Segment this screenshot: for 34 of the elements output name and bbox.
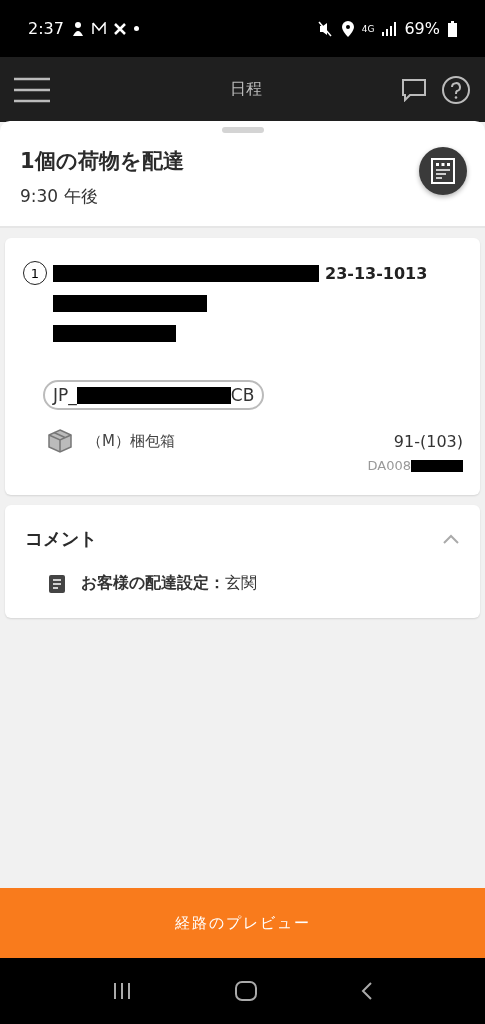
back-icon[interactable] [359,981,374,1001]
package-type: （M）梱包箱 [87,431,176,451]
help-icon[interactable] [441,74,471,105]
status-time: 2:37 [28,19,64,38]
package-count: 91-(103) [393,431,463,451]
battery-level: 69% [404,19,440,38]
menu-icon[interactable] [14,76,50,103]
delivery-title: 1個の荷物を配達 [20,148,185,175]
battery-icon [448,20,457,37]
document-icon [431,158,455,184]
mail-icon [91,22,106,35]
figure-icon [71,21,84,36]
mute-icon [317,20,334,37]
tag-text: JP_ [53,385,77,405]
stop-card[interactable]: 1 23-13-1013 JP_ CB （M）梱包箱 91-(103) DA008 [5,238,480,495]
address-text: 23-13-1013 [325,263,428,283]
box-icon [47,428,73,454]
chat-icon[interactable] [401,77,427,102]
signal-icon [382,21,397,36]
package-id: DA008 [367,458,411,473]
tag-text: CB [230,385,255,405]
drag-handle[interactable] [221,127,264,133]
dot-icon [133,26,139,31]
screen-title: 日程 [228,79,263,100]
network-type: 4G [361,23,375,34]
redaction-bar [411,459,463,472]
location-icon [341,20,354,37]
note-icon [49,574,65,593]
notes-button[interactable] [419,147,467,195]
delivery-time: 9:30 午後 [20,185,99,208]
delivery-preference: お客様の配達設定：玄関 [81,573,257,594]
recent-apps-icon[interactable] [111,982,132,1000]
comments-title: コメント [25,527,97,551]
home-icon[interactable] [234,981,257,1001]
